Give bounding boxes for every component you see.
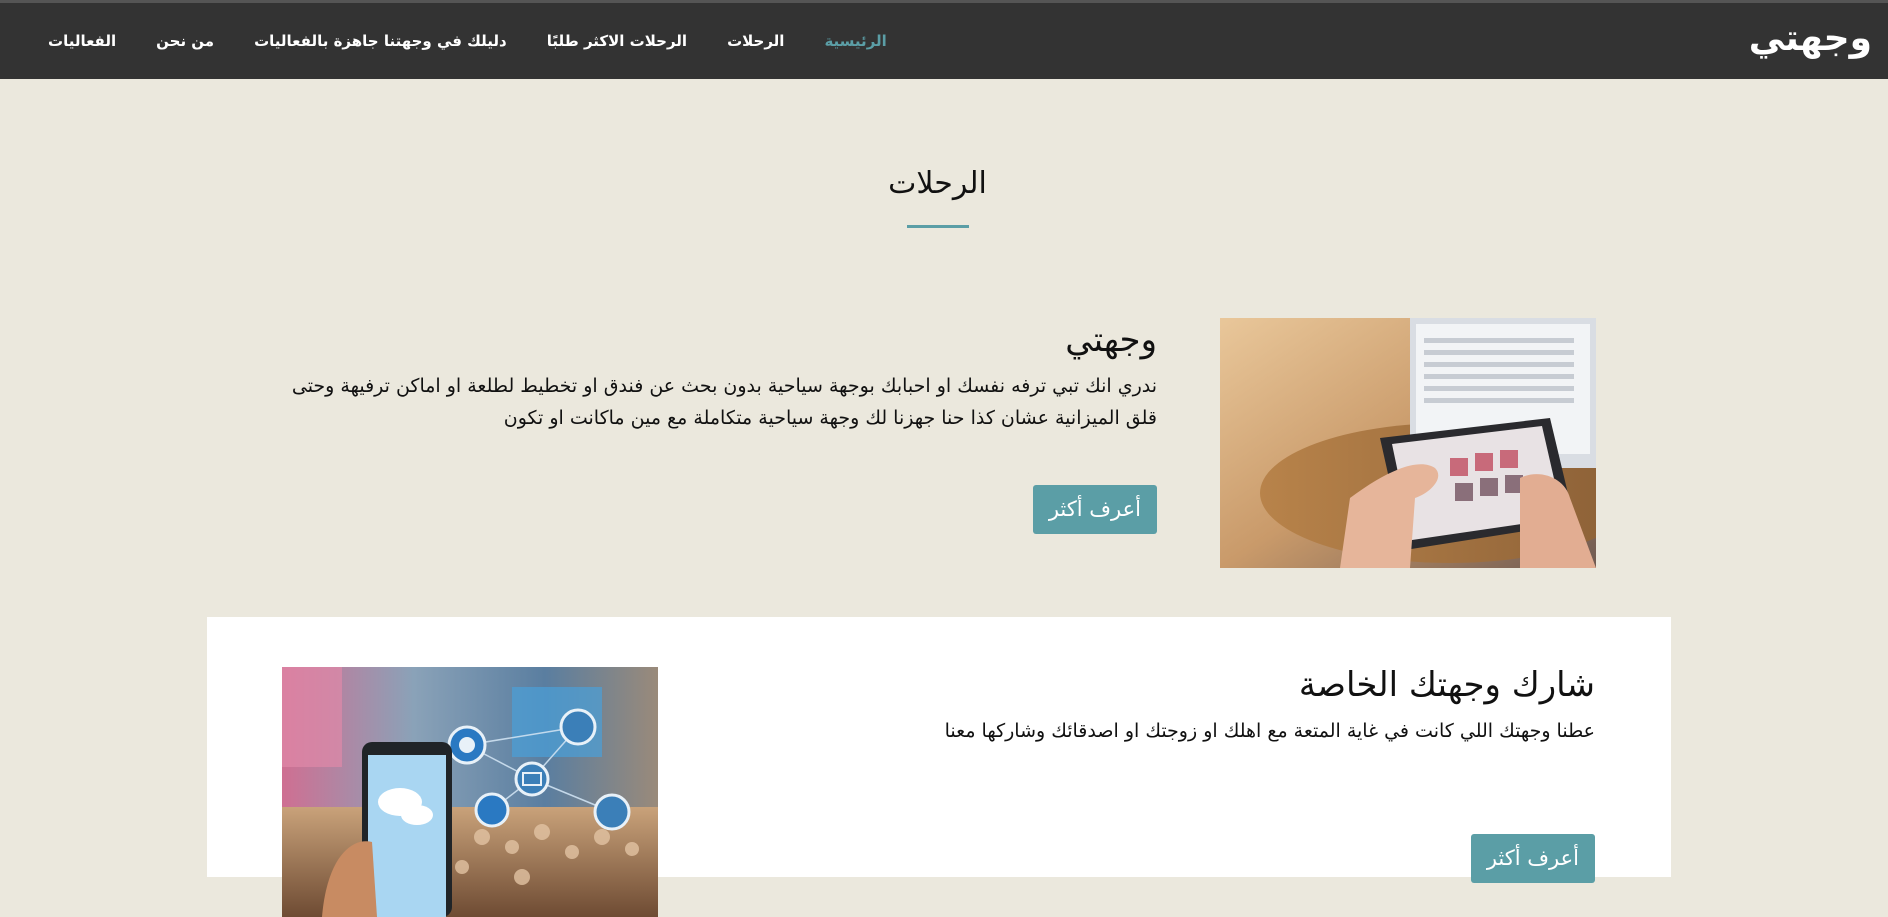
social-phone-photo — [282, 667, 658, 917]
learn-more-button[interactable]: أعرف أكثر — [1032, 485, 1157, 534]
nav-link-guide[interactable]: دليلك في وجهتنا جاهزة بالفعاليات — [234, 32, 527, 50]
feature-destination-text: وجهتي ندري انك تبي ترفه نفسك او احبابك ب… — [257, 318, 1157, 434]
nav-link-home[interactable]: الرئيسية — [804, 32, 906, 50]
learn-more-button[interactable]: أعرف أكثر — [1470, 834, 1595, 883]
nav-links: الفعاليات من نحن دليلك في وجهتنا جاهزة ب… — [28, 3, 907, 79]
feature-destination: وجهتي ندري انك تبي ترفه نفسك او احبابك ب… — [0, 318, 1888, 568]
feature-share-destination: شارك وجهتك الخاصة عطنا وجهتك اللي كانت ف… — [207, 617, 1671, 917]
feature-heading: وجهتي — [1065, 320, 1157, 360]
feature-body: عطنا وجهتك اللي كانت في غاية المتعة مع ا… — [944, 720, 1595, 743]
section-title: الرحلات — [888, 166, 987, 201]
nav-link-about[interactable]: من نحن — [136, 32, 234, 50]
feature-body: ندري انك تبي ترفه نفسك او احبابك بوجهة س… — [291, 375, 1157, 430]
brand-logo[interactable]: وجهتي — [1749, 21, 1872, 57]
nav-link-events[interactable]: الفعاليات — [28, 32, 136, 50]
title-underline — [907, 225, 969, 228]
top-navbar: الفعاليات من نحن دليلك في وجهتنا جاهزة ب… — [0, 0, 1888, 79]
nav-link-trips[interactable]: الرحلات — [707, 32, 804, 50]
feature-share-text: شارك وجهتك الخاصة عطنا وجهتك اللي كانت ف… — [795, 663, 1595, 747]
tablet-photo — [1220, 318, 1596, 568]
nav-link-popular-trips[interactable]: الرحلات الاكثر طلبًا — [527, 32, 707, 50]
feature-heading: شارك وجهتك الخاصة — [1298, 665, 1595, 705]
